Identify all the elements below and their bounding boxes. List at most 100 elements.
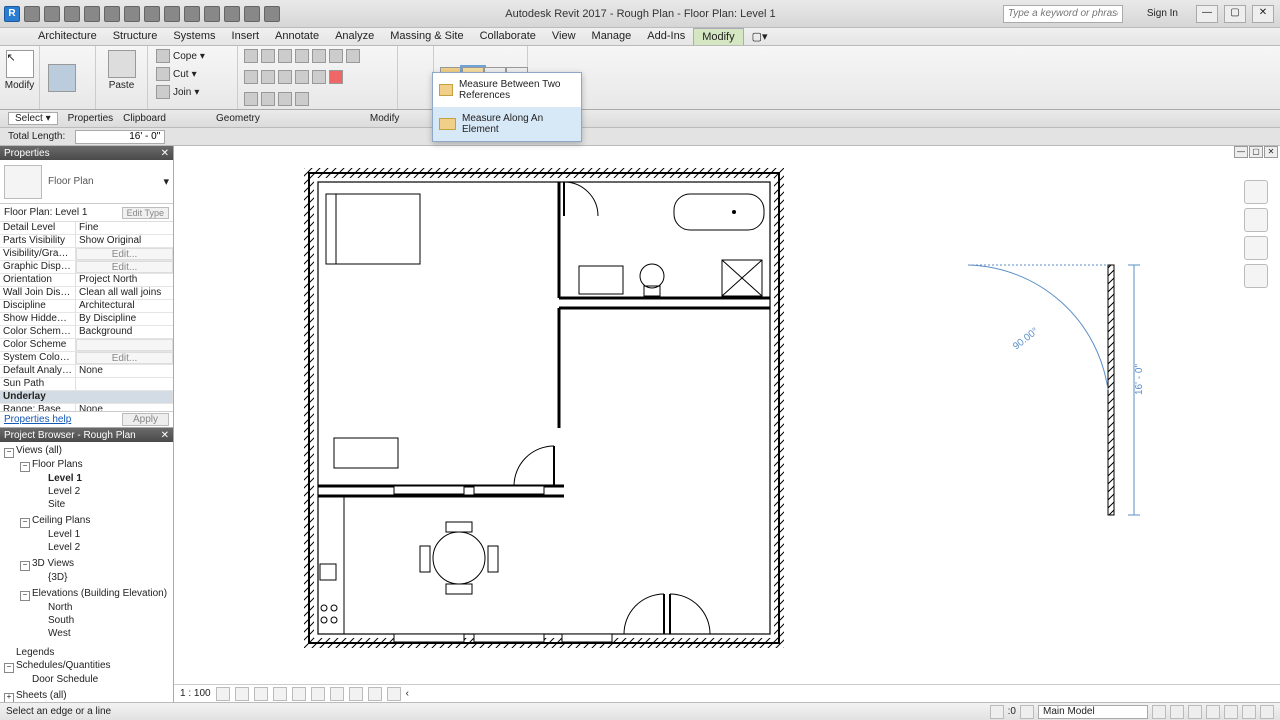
mirror-icon[interactable] — [346, 49, 360, 63]
tab-massing[interactable]: Massing & Site — [382, 28, 471, 45]
project-browser[interactable]: Views (all) Floor Plans Level 1 Level 2 … — [0, 442, 173, 702]
cope-button[interactable]: Cope ▾ — [154, 48, 207, 64]
qat-customize-icon[interactable] — [264, 6, 280, 22]
worksets-icon[interactable] — [990, 705, 1004, 719]
pin-icon[interactable] — [295, 70, 309, 84]
visual-style-icon[interactable] — [235, 687, 249, 701]
tab-architecture[interactable]: Architecture — [30, 28, 105, 45]
prop-value[interactable]: Clean all wall joins — [76, 287, 173, 299]
crop-icon[interactable] — [292, 687, 306, 701]
tree-north[interactable]: North — [34, 601, 167, 614]
properties-header[interactable]: Properties ✕ — [0, 146, 173, 160]
search-input[interactable] — [1003, 5, 1123, 23]
tab-addins[interactable]: Add-Ins — [639, 28, 693, 45]
hide-isolate-icon[interactable] — [330, 687, 344, 701]
prop-value[interactable]: By Discipline — [76, 313, 173, 325]
nav-pan-icon[interactable] — [1244, 264, 1268, 288]
select-dropdown[interactable]: Select ▾ — [8, 112, 58, 125]
sun-path-icon[interactable] — [254, 687, 268, 701]
tree-level2[interactable]: Level 2 — [34, 485, 167, 498]
nav-wheel-icon[interactable] — [1244, 236, 1268, 260]
qat-print-icon[interactable] — [104, 6, 120, 22]
prop-value[interactable] — [76, 339, 173, 351]
measure-between-refs[interactable]: Measure Between Two References — [433, 73, 581, 107]
qat-redo-icon[interactable] — [84, 6, 100, 22]
qat-text-icon[interactable] — [144, 6, 160, 22]
constraints-icon[interactable] — [387, 687, 401, 701]
ungroup-icon[interactable] — [261, 92, 275, 106]
tab-insert[interactable]: Insert — [224, 28, 268, 45]
tree-elev[interactable]: Elevations (Building Elevation) North So… — [18, 587, 169, 643]
tree-sheets[interactable]: Sheets (all) — [2, 689, 171, 702]
tree-views[interactable]: Views (all) Floor Plans Level 1 Level 2 … — [2, 444, 171, 646]
qat-close-hidden-icon[interactable] — [224, 6, 240, 22]
tree-floor-plans[interactable]: Floor Plans Level 1 Level 2 Site — [18, 458, 169, 514]
minimize-button[interactable]: — — [1196, 5, 1218, 23]
align-icon[interactable] — [244, 70, 258, 84]
group-icon[interactable] — [244, 92, 258, 106]
select-pinned-icon[interactable] — [1188, 705, 1202, 719]
properties-help-link[interactable]: Properties help — [4, 414, 71, 425]
prop-value[interactable]: Background — [76, 326, 173, 338]
nav-home-icon[interactable] — [1244, 208, 1268, 232]
tree-legends[interactable]: Legends — [2, 646, 171, 659]
properties-grid[interactable]: Detail LevelFineParts VisibilityShow Ori… — [0, 222, 173, 411]
tab-annotate[interactable]: Annotate — [267, 28, 327, 45]
qat-dim-icon[interactable] — [164, 6, 180, 22]
drag-elements-icon[interactable] — [1224, 705, 1238, 719]
tree-ceiling[interactable]: Ceiling Plans Level 1 Level 2 — [18, 514, 169, 557]
join-button[interactable]: Join ▾ — [154, 84, 201, 100]
link-icon[interactable] — [278, 92, 292, 106]
type-dropdown-icon[interactable]: ▾ — [163, 175, 169, 188]
tab-manage[interactable]: Manage — [584, 28, 640, 45]
tree-site[interactable]: Site — [34, 498, 167, 511]
edit-type-button[interactable]: Edit Type — [122, 207, 169, 219]
array-icon[interactable] — [329, 49, 343, 63]
filter-icon[interactable] — [1242, 705, 1256, 719]
browser-header[interactable]: Project Browser - Rough Plan ✕ — [0, 428, 173, 442]
tree-3d-default[interactable]: {3D} — [34, 571, 167, 584]
delete-icon[interactable] — [329, 70, 343, 84]
properties-button[interactable] — [46, 62, 78, 94]
select-links-icon[interactable] — [1152, 705, 1166, 719]
prop-value[interactable]: None — [76, 404, 173, 411]
qat-undo-icon[interactable] — [64, 6, 80, 22]
detail-level-icon[interactable] — [216, 687, 230, 701]
view-min-icon[interactable]: — — [1234, 146, 1248, 158]
select-underlay-icon[interactable] — [1170, 705, 1184, 719]
qat-save-icon[interactable] — [44, 6, 60, 22]
unpin-icon[interactable] — [312, 70, 326, 84]
offset-icon[interactable] — [261, 70, 275, 84]
reveal-icon[interactable] — [349, 687, 363, 701]
tab-extra[interactable]: ▢▾ — [744, 28, 776, 45]
trim-icon[interactable] — [295, 49, 309, 63]
tab-view[interactable]: View — [544, 28, 584, 45]
editable-only-icon[interactable] — [1020, 705, 1034, 719]
shadows-icon[interactable] — [273, 687, 287, 701]
tree-level1[interactable]: Level 1 — [34, 472, 167, 485]
maximize-button[interactable]: ▢ — [1224, 5, 1246, 23]
prop-value[interactable]: Show Original — [76, 235, 173, 247]
move-icon[interactable] — [244, 49, 258, 63]
copy-icon[interactable] — [261, 49, 275, 63]
scale-label[interactable]: 1 : 100 — [180, 688, 211, 699]
close-button[interactable]: ✕ — [1252, 5, 1274, 23]
view-close-icon[interactable]: ✕ — [1264, 146, 1278, 158]
rotate-icon[interactable] — [278, 49, 292, 63]
prop-value[interactable]: Project North — [76, 274, 173, 286]
scale-icon[interactable] — [278, 70, 292, 84]
tree-south[interactable]: South — [34, 614, 167, 627]
measure-along-element[interactable]: Measure Along An Element — [433, 107, 581, 141]
tree-sched[interactable]: Schedules/Quantities Door Schedule — [2, 659, 171, 689]
total-length-input[interactable] — [75, 130, 165, 144]
tree-door-sched[interactable]: Door Schedule — [18, 673, 169, 686]
modify-tool-button[interactable]: ↖ Modify — [6, 48, 33, 93]
tab-collaborate[interactable]: Collaborate — [472, 28, 544, 45]
properties-close-icon[interactable]: ✕ — [161, 148, 169, 159]
tab-modify[interactable]: Modify — [693, 28, 743, 45]
prop-value[interactable]: None — [76, 365, 173, 377]
prop-value[interactable]: Edit... — [76, 261, 173, 273]
crop-region-icon[interactable] — [311, 687, 325, 701]
prop-value[interactable] — [76, 378, 173, 390]
qat-thin-lines-icon[interactable] — [204, 6, 220, 22]
